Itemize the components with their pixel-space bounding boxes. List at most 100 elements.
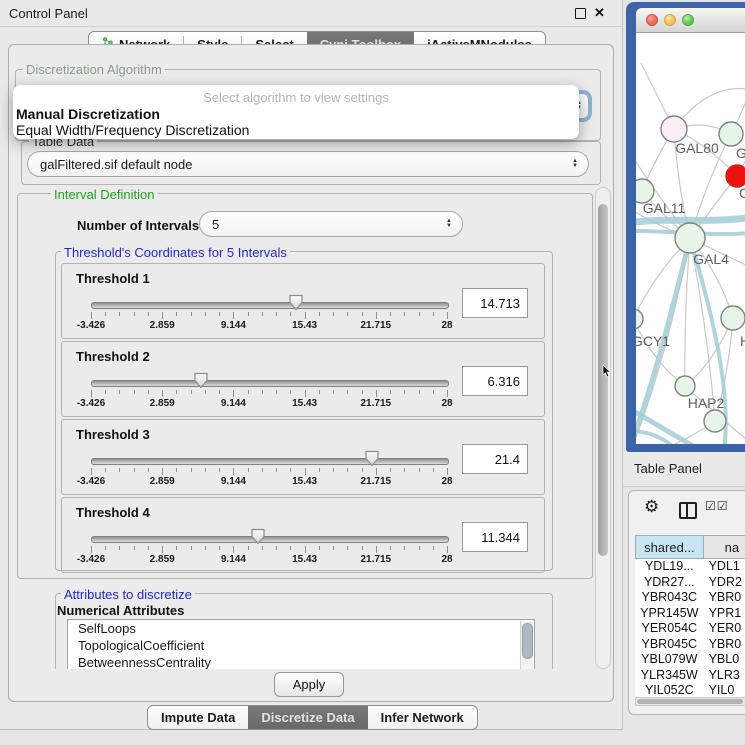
network-edge-highlighted	[636, 409, 698, 444]
slider-track[interactable]	[91, 536, 449, 543]
slider-tick	[447, 468, 448, 475]
slider-tick	[362, 468, 363, 472]
slider-track[interactable]	[91, 458, 449, 465]
table-cell[interactable]: YBR0	[704, 637, 745, 653]
table-cell[interactable]: YBL0	[704, 652, 745, 668]
control-panel-titlebar: Control Panel ✕	[0, 0, 622, 27]
table-cell[interactable]: YDR27...	[635, 575, 704, 591]
slider-track[interactable]	[91, 380, 449, 387]
table-cell[interactable]: YER0	[704, 621, 745, 637]
threshold-value-box[interactable]: 11.344	[462, 522, 528, 552]
columns-icon[interactable]	[679, 502, 697, 519]
checkboxes-icon[interactable]: ☑☑	[705, 499, 729, 513]
list-item[interactable]: SelfLoops	[68, 620, 534, 637]
table-cell[interactable]: YPR1	[704, 606, 745, 622]
network-node[interactable]	[636, 309, 643, 329]
network-canvas[interactable]: GAL80GACGAL11GAL4GCY1HHAP2	[636, 33, 745, 444]
minimize-traffic-icon[interactable]	[664, 14, 676, 26]
network-node[interactable]	[721, 306, 745, 330]
table-cell[interactable]: YER054C	[635, 621, 704, 637]
tick-label: 21.715	[361, 554, 392, 565]
tab-discretize-data[interactable]: Discretize Data	[248, 706, 367, 729]
table-row[interactable]: YPR145WYPR1	[635, 606, 745, 622]
combo-arrows-icon: ▲▼	[572, 159, 578, 169]
table-cell[interactable]: YBL079W	[635, 652, 704, 668]
network-node[interactable]	[726, 165, 745, 187]
table-cell[interactable]: YIL052C	[635, 683, 704, 698]
column-header-shared-name[interactable]: shared...	[635, 535, 704, 559]
network-node[interactable]	[675, 223, 705, 253]
network-node[interactable]	[675, 376, 695, 396]
table-row[interactable]: YDL19...YDL1	[635, 559, 745, 575]
table-row[interactable]: YIL052CYIL0	[635, 683, 745, 698]
slider-tick	[91, 312, 92, 319]
table-cell[interactable]: YPR145W	[635, 606, 704, 622]
table-header-row: shared... na	[635, 535, 745, 559]
tick-label: 28	[441, 398, 452, 409]
close-traffic-icon[interactable]	[646, 14, 658, 26]
network-node[interactable]	[704, 410, 726, 432]
table-cell[interactable]: YDL1	[704, 559, 745, 575]
number-of-intervals-combobox[interactable]: 5 ▲▼	[199, 211, 463, 237]
threshold-value-box[interactable]: 14.713	[462, 288, 528, 318]
slider-tick	[233, 312, 234, 319]
apply-button[interactable]: Apply	[274, 672, 344, 697]
table-row[interactable]: YBR045CYBR0	[635, 637, 745, 653]
list-item[interactable]: BetweennessCentrality	[68, 654, 534, 669]
table-row[interactable]: YDR27...YDR2	[635, 575, 745, 591]
tick-label: 28	[441, 320, 452, 331]
threshold-panel: Threshold 3 -3.4262.8599.14415.4321.7152…	[61, 419, 545, 495]
threshold-value-box[interactable]: 6.316	[462, 366, 528, 396]
table-data-combobox[interactable]: galFiltered.sif default node ▲▼	[27, 151, 589, 177]
zoom-traffic-icon[interactable]	[682, 14, 694, 26]
table-cell[interactable]: YBR043C	[635, 590, 704, 606]
table-cell[interactable]: YDL19...	[635, 559, 704, 575]
list-scrollbar[interactable]	[520, 621, 533, 669]
slider-thumb[interactable]	[288, 294, 304, 311]
table-cell[interactable]: YLR345W	[635, 668, 704, 684]
network-node[interactable]	[719, 122, 743, 146]
table-row[interactable]: YBR043CYBR0	[635, 590, 745, 606]
slider-track[interactable]	[91, 302, 449, 309]
algorithm-dropdown-popup: Select algorithm to view settings Manual…	[13, 85, 579, 139]
number-of-intervals-label: Number of Intervals	[77, 218, 199, 233]
column-header-name[interactable]: na	[704, 535, 745, 559]
table-cell[interactable]: YIL0	[704, 683, 745, 698]
network-window-inner: GAL80GACGAL11GAL4GCY1HHAP2	[636, 8, 745, 444]
slider-tick	[376, 390, 377, 397]
numerical-attributes-list[interactable]: SelfLoops TopologicalCoefficient Between…	[67, 619, 535, 669]
slider-thumb[interactable]	[193, 372, 209, 389]
table-hscrollbar-thumb[interactable]	[637, 699, 743, 704]
list-scrollbar-thumb[interactable]	[522, 623, 533, 659]
table-cell[interactable]: YBR045C	[635, 637, 704, 653]
threshold-value-box[interactable]: 21.4	[462, 444, 528, 474]
slider-tick	[404, 468, 405, 472]
slider-tick	[419, 546, 420, 550]
table-row[interactable]: YLR345WYLR3	[635, 668, 745, 684]
network-node[interactable]	[661, 116, 687, 142]
close-icon[interactable]: ✕	[594, 5, 605, 21]
tab-impute-data[interactable]: Impute Data	[148, 706, 248, 729]
table-cell[interactable]: YLR3	[704, 668, 745, 684]
list-item[interactable]: TopologicalCoefficient	[68, 637, 534, 654]
tick-label: 15.43	[292, 476, 317, 487]
slider-tick	[305, 390, 306, 397]
table-cell[interactable]: YBR0	[704, 590, 745, 606]
slider-thumb[interactable]	[364, 450, 380, 467]
slider-tick	[176, 468, 177, 472]
slider-ticks	[91, 468, 447, 476]
slider-thumb[interactable]	[250, 528, 266, 545]
float-window-icon[interactable]	[575, 8, 586, 19]
popup-item-manual-discretization[interactable]: Manual Discretization	[16, 106, 160, 122]
popup-item-equal-width-frequency[interactable]: Equal Width/Frequency Discretization	[16, 122, 249, 138]
table-hscrollbar[interactable]	[635, 697, 745, 706]
tab-infer-network[interactable]: Infer Network	[368, 706, 477, 729]
table-row[interactable]: YBL079WYBL0	[635, 652, 745, 668]
table-row[interactable]: YER054CYER0	[635, 621, 745, 637]
slider-tick	[276, 546, 277, 550]
gear-icon[interactable]: ⚙	[644, 497, 659, 517]
table-cell[interactable]: YDR2	[704, 575, 745, 591]
tick-label: -3.426	[77, 554, 105, 565]
panel-scrollbar[interactable]	[595, 187, 611, 669]
network-window-titlebar[interactable]	[636, 8, 745, 33]
